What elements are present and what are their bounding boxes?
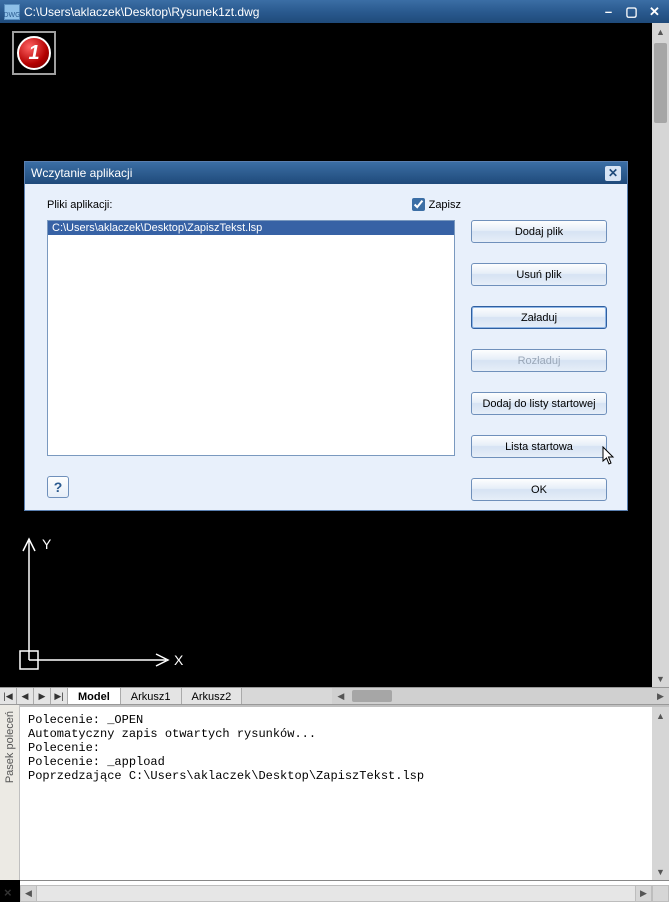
main-titlebar: DWG C:\Users\aklaczek\Desktop\Rysunek1zt… bbox=[0, 0, 669, 23]
command-panel-close[interactable]: × bbox=[4, 885, 12, 900]
scroll-up-icon[interactable]: ▲ bbox=[652, 23, 669, 40]
tab-nav-first[interactable]: |◀ bbox=[0, 688, 17, 704]
load-button[interactable]: Załaduj bbox=[471, 306, 607, 329]
command-panel: Pasek poleceń Polecenie: _OPEN Automatyc… bbox=[0, 705, 669, 880]
scroll-thumb-h[interactable] bbox=[352, 690, 392, 702]
files-listbox[interactable]: C:\Users\aklaczek\Desktop\ZapiszTekst.ls… bbox=[47, 220, 455, 456]
files-label: Pliki aplikacji: bbox=[47, 199, 412, 211]
scroll-right-icon[interactable]: ▶ bbox=[635, 885, 652, 902]
tab-model[interactable]: Model bbox=[68, 688, 121, 704]
annotation-marker: 1 bbox=[12, 31, 56, 75]
dialog-title: Wczytanie aplikacji bbox=[31, 166, 605, 180]
save-checkbox-label: Zapisz bbox=[429, 199, 461, 211]
scroll-right-icon[interactable]: ▶ bbox=[652, 688, 669, 704]
dialog-close-button[interactable]: ✕ bbox=[605, 166, 621, 181]
list-item[interactable]: C:\Users\aklaczek\Desktop\ZapiszTekst.ls… bbox=[48, 221, 454, 235]
command-history[interactable]: Polecenie: _OPEN Automatyczny zapis otwa… bbox=[20, 705, 652, 880]
add-to-startup-button[interactable]: Dodaj do listy startowej bbox=[471, 392, 607, 415]
save-checkbox[interactable] bbox=[412, 198, 425, 211]
scroll-track[interactable] bbox=[37, 885, 635, 902]
maximize-button[interactable]: ▢ bbox=[621, 3, 642, 21]
app-icon: DWG bbox=[4, 4, 20, 20]
save-checkbox-wrap[interactable]: Zapisz bbox=[412, 198, 461, 211]
svg-text:X: X bbox=[174, 652, 184, 668]
command-panel-sidebar[interactable]: Pasek poleceń bbox=[0, 705, 20, 880]
scroll-left-icon[interactable]: ◀ bbox=[332, 688, 349, 704]
annotation-marker-number: 1 bbox=[17, 36, 51, 70]
tab-nav-last[interactable]: ▶| bbox=[51, 688, 68, 704]
tab-nav-prev[interactable]: ◀ bbox=[17, 688, 34, 704]
scroll-corner bbox=[652, 885, 669, 902]
scroll-down-icon[interactable]: ▼ bbox=[652, 863, 669, 880]
load-app-dialog: Wczytanie aplikacji ✕ Pliki aplikacji: Z… bbox=[24, 161, 628, 511]
ok-button[interactable]: OK bbox=[471, 478, 607, 501]
unload-button: Rozładuj bbox=[471, 349, 607, 372]
tab-nav-next[interactable]: ▶ bbox=[34, 688, 51, 704]
tab-arkusz2[interactable]: Arkusz2 bbox=[182, 688, 243, 704]
svg-text:Y: Y bbox=[42, 536, 52, 552]
add-file-button[interactable]: Dodaj plik bbox=[471, 220, 607, 243]
drawing-scrollbar-horizontal[interactable]: ◀ ▶ bbox=[332, 688, 669, 704]
scroll-up-icon[interactable]: ▲ bbox=[652, 707, 669, 724]
startup-list-button[interactable]: Lista startowa bbox=[471, 435, 607, 458]
minimize-button[interactable]: – bbox=[598, 3, 619, 21]
help-button[interactable]: ? bbox=[47, 476, 69, 498]
command-input-bar[interactable]: ◀ ▶ bbox=[20, 880, 669, 902]
scroll-thumb[interactable] bbox=[654, 43, 667, 123]
close-button[interactable]: ✕ bbox=[644, 3, 665, 21]
command-scrollbar[interactable]: ▲ ▼ bbox=[652, 705, 669, 880]
tab-arkusz1[interactable]: Arkusz1 bbox=[121, 688, 182, 704]
drawing-scrollbar-vertical[interactable]: ▲ ▼ bbox=[652, 23, 669, 687]
window-title: C:\Users\aklaczek\Desktop\Rysunek1zt.dwg bbox=[24, 5, 598, 19]
scroll-down-icon[interactable]: ▼ bbox=[652, 670, 669, 687]
command-panel-label: Pasek poleceń bbox=[4, 711, 16, 783]
dialog-titlebar[interactable]: Wczytanie aplikacji ✕ bbox=[25, 162, 627, 184]
scroll-left-icon[interactable]: ◀ bbox=[20, 885, 37, 902]
remove-file-button[interactable]: Usuń plik bbox=[471, 263, 607, 286]
ucs-icon: Y X bbox=[18, 533, 188, 673]
drawing-area[interactable]: 1 Wczytanie aplikacji ✕ Pliki aplikacji:… bbox=[0, 23, 669, 687]
layout-tabs-row: |◀ ◀ ▶ ▶| Model Arkusz1 Arkusz2 ◀ ▶ bbox=[0, 687, 669, 705]
